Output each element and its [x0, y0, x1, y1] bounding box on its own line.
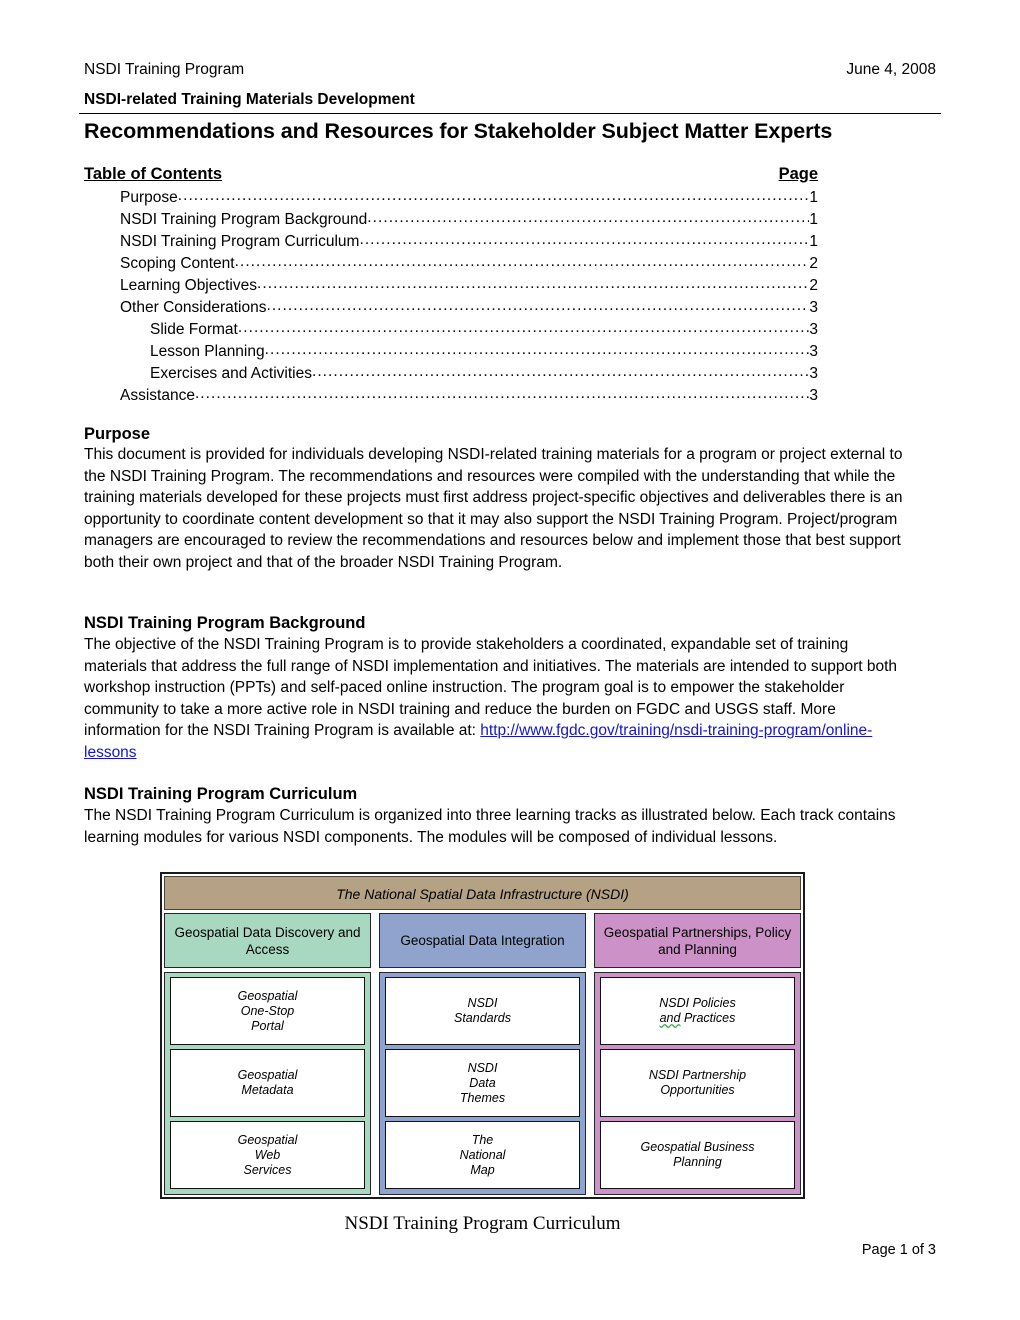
toc-entry-list: Purpose1NSDI Training Program Background…	[84, 187, 818, 407]
diagram-module-box: NSDI Data Themes	[385, 1049, 580, 1117]
toc-leader-dots	[178, 185, 810, 207]
toc-leader-dots	[195, 383, 809, 405]
toc-entry-page: 3	[809, 387, 818, 404]
running-head-title: NSDI Training Program	[84, 61, 245, 78]
section-heading-curriculum: NSDI Training Program Curriculum	[84, 785, 358, 803]
document-page: NSDI Training Program June 4, 2008 NSDI-…	[0, 0, 1020, 1320]
toc-entry-page: 3	[809, 321, 818, 338]
toc-entry-label: Other Considerations	[120, 299, 267, 316]
document-subtitle: NSDI-related Training Materials Developm…	[84, 91, 415, 108]
diagram-track-columns: Geospatial Data Discovery and Access Geos…	[164, 913, 801, 1195]
toc-entry[interactable]: Learning Objectives 2	[84, 275, 818, 297]
diagram-track-column: Geospatial Data Integration NSDI Standards…	[379, 913, 586, 1195]
toc-page-column-header: Page	[778, 165, 818, 183]
toc-entry-label: Learning Objectives	[120, 277, 257, 294]
diagram-module-box: Geospatial Web Services	[170, 1121, 365, 1189]
toc-entry[interactable]: Assistance 3	[84, 385, 818, 407]
toc-entry-label: Exercises and Activities	[150, 365, 312, 382]
toc-entry-label: Assistance	[120, 387, 195, 404]
toc-entry[interactable]: Scoping Content 2	[84, 253, 818, 275]
section-heading-purpose: Purpose	[84, 425, 151, 443]
page-title: Recommendations and Resources for Stakeh…	[84, 119, 833, 143]
table-of-contents: Table of Contents Page Purpose1NSDI Trai…	[84, 163, 818, 407]
diagram-module-group: Geospatial One-Stop Portal Geospatial Metada…	[164, 972, 371, 1195]
toc-entry[interactable]: Slide Format 3	[84, 319, 818, 341]
toc-entry-label: Lesson Planning	[150, 343, 265, 360]
toc-entry-page: 2	[809, 255, 818, 272]
toc-entry-label: Purpose	[120, 189, 178, 206]
toc-entry-page: 3	[809, 343, 818, 360]
header-divider	[79, 113, 941, 114]
toc-entry-page: 1	[809, 189, 818, 206]
diagram-module-group: NSDI Policies and Practices NSDI Partnersh…	[594, 972, 801, 1195]
diagram-track-column: Geospatial Partnerships, Policy and Plan…	[594, 913, 801, 1195]
diagram-module-box: The National Map	[385, 1121, 580, 1189]
page-footer: Page 1 of 3	[861, 1242, 936, 1258]
toc-title: Table of Contents	[84, 165, 223, 183]
toc-leader-dots	[265, 339, 810, 361]
diagram-module-box: NSDI Policies and Practices	[600, 977, 795, 1045]
spellcheck-underline: and	[659, 1011, 681, 1025]
toc-entry-page: 1	[809, 211, 818, 228]
toc-entry-page: 1	[809, 233, 818, 250]
toc-entry-page: 2	[809, 277, 818, 294]
toc-entry[interactable]: NSDI Training Program Background 1	[84, 209, 818, 231]
toc-entry[interactable]: Purpose 1	[84, 187, 818, 209]
diagram-track-title: Geospatial Data Discovery and Access	[164, 913, 371, 968]
toc-entry-page: 3	[809, 365, 818, 382]
diagram-track-title: Geospatial Data Integration	[379, 913, 586, 968]
diagram-module-box: Geospatial One-Stop Portal	[170, 977, 365, 1045]
diagram-module-box: NSDI Partnership Opportunities	[600, 1049, 795, 1117]
diagram-module-box: Geospatial Business Planning	[600, 1121, 795, 1189]
diagram-module-box: NSDI Standards	[385, 977, 580, 1045]
running-head-date: June 4, 2008	[846, 61, 936, 78]
toc-header-row: Table of Contents Page	[84, 163, 818, 185]
toc-entry[interactable]: Other Considerations 3	[84, 297, 818, 319]
section-body-curriculum: The NSDI Training Program Curriculum is …	[84, 807, 896, 846]
toc-leader-dots	[238, 317, 810, 339]
toc-leader-dots	[235, 251, 810, 273]
diagram-track-title: Geospatial Partnerships, Policy and Plan…	[594, 913, 801, 968]
section-heading-background: NSDI Training Program Background	[84, 614, 366, 632]
toc-entry-label: NSDI Training Program Background	[120, 211, 368, 228]
toc-entry-label: NSDI Training Program Curriculum	[120, 233, 360, 250]
toc-leader-dots	[257, 273, 809, 295]
toc-entry[interactable]: Exercises and Activities 3	[84, 363, 818, 385]
toc-entry[interactable]: NSDI Training Program Curriculum 1	[84, 231, 818, 253]
figure-caption: NSDI Training Program Curriculum	[344, 1213, 621, 1234]
toc-leader-dots	[266, 295, 809, 317]
running-head: NSDI Training Program June 4, 2008	[84, 60, 936, 80]
diagram-banner: The National Spatial Data Infrastructure…	[164, 876, 801, 910]
diagram-module-group: NSDI Standards NSDI Data Themes The National Ma…	[379, 972, 586, 1195]
toc-leader-dots	[359, 229, 809, 251]
section-body-purpose: This document is provided for individual…	[84, 446, 903, 571]
toc-entry-label: Slide Format	[150, 321, 238, 338]
toc-entry[interactable]: Lesson Planning 3	[84, 341, 818, 363]
toc-entry-label: Scoping Content	[120, 255, 235, 272]
toc-leader-dots	[367, 207, 809, 229]
toc-entry-page: 3	[809, 299, 818, 316]
section-body-background: The objective of the NSDI Training Progr…	[84, 634, 914, 764]
diagram-module-box: Geospatial Metadata	[170, 1049, 365, 1117]
curriculum-diagram: The National Spatial Data Infrastructure…	[160, 872, 805, 1199]
toc-leader-dots	[312, 361, 809, 383]
diagram-track-column: Geospatial Data Discovery and Access Geos…	[164, 913, 371, 1195]
